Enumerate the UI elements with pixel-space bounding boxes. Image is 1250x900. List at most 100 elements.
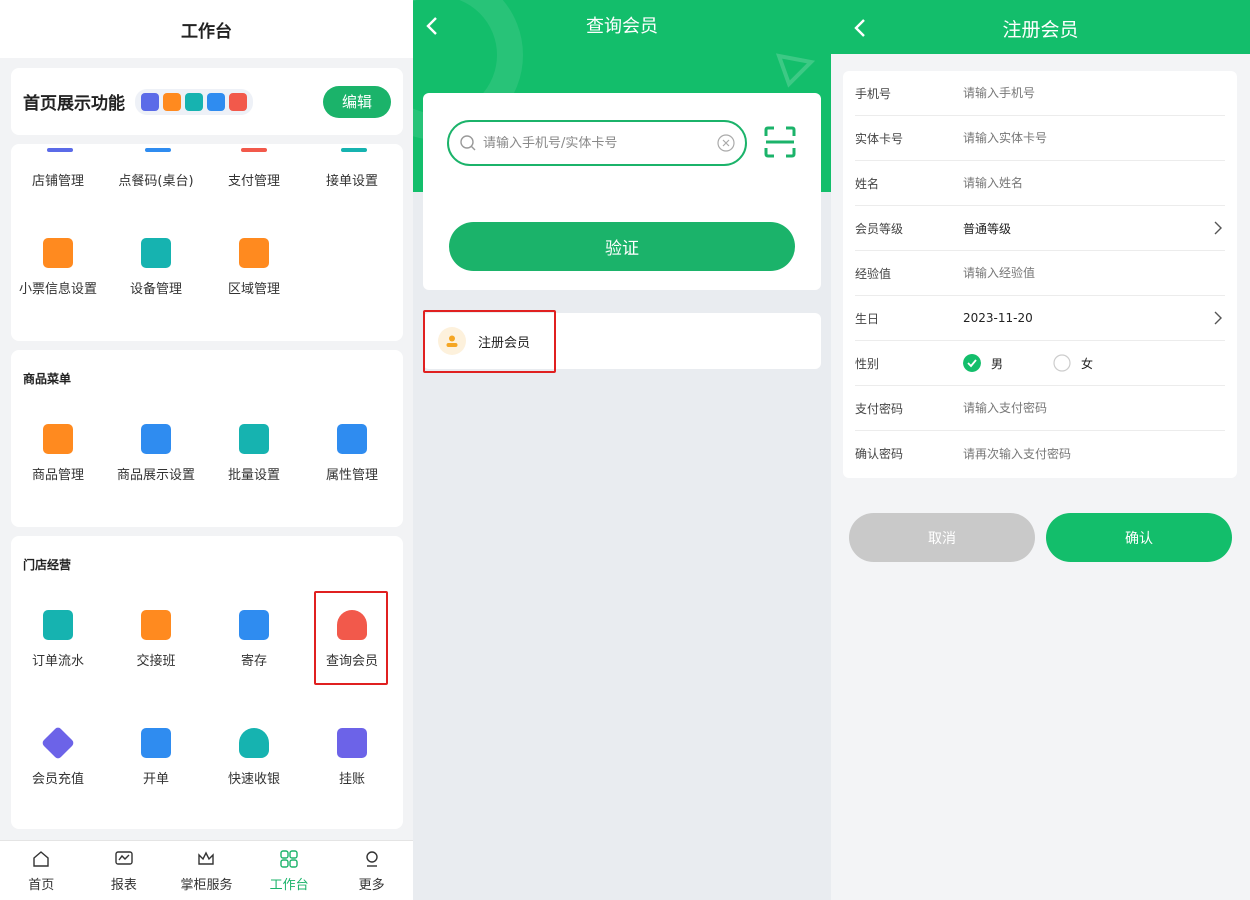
- query-member-highlight: [314, 591, 388, 685]
- grid-open-order[interactable]: 开单: [107, 728, 205, 787]
- grid-on-account[interactable]: 挂账: [303, 728, 401, 787]
- field-label: 生日: [855, 311, 880, 326]
- gear-icon: [337, 424, 367, 454]
- search-input[interactable]: [483, 135, 703, 151]
- gender-female-radio[interactable]: 女: [1053, 354, 1093, 372]
- receipt-icon: [43, 238, 73, 268]
- confirm-password-input[interactable]: [963, 446, 1183, 461]
- monitor-icon: [141, 238, 171, 268]
- grid-device-manage[interactable]: 设备管理: [107, 238, 205, 297]
- register-form: 手机号 实体卡号 姓名 会员等级 普通等级 经验值 生日 2023-11-20 …: [843, 71, 1237, 478]
- query-card: 验证: [423, 93, 821, 290]
- phone-input[interactable]: [963, 86, 1183, 100]
- card-icon: [141, 424, 171, 454]
- page-title: 工作台: [0, 0, 413, 58]
- chevron-right-icon: [1214, 221, 1222, 235]
- swap-icon: [141, 610, 171, 640]
- grid-order-settings[interactable]: 接单设置: [303, 170, 401, 189]
- tab-reports[interactable]: 报表: [83, 841, 166, 900]
- register-member-panel: 注册会员 手机号 实体卡号 姓名 会员等级 普通等级 经验值 生日 2023-1…: [831, 0, 1250, 900]
- level-value: 普通等级: [963, 221, 1012, 236]
- field-label: 姓名: [855, 176, 880, 191]
- check-circle-icon: [963, 354, 981, 372]
- grid-label: 开单: [142, 772, 169, 787]
- card-mini-icon: [229, 92, 247, 111]
- grid-label: 属性管理: [325, 468, 378, 483]
- tab-label: 掌柜服务: [180, 877, 233, 893]
- grid-order-code[interactable]: 点餐码(桌台): [107, 170, 205, 189]
- birthday-value: 2023-11-20: [963, 311, 1033, 325]
- tab-label: 报表: [110, 877, 137, 893]
- tab-home[interactable]: 首页: [0, 841, 83, 900]
- grid-member-recharge[interactable]: 会员充值: [9, 726, 107, 787]
- calendar-icon: [337, 728, 367, 758]
- chevron-right-icon: [1214, 311, 1222, 325]
- grid-receipt-settings[interactable]: 小票信息设置: [9, 238, 107, 297]
- showcase-title: 首页展示功能: [23, 94, 125, 114]
- doc-mini-icon: [185, 92, 203, 111]
- field-label: 性别: [855, 356, 880, 371]
- form-row-confirm-password: 确认密码: [855, 431, 1225, 476]
- gender-male-radio[interactable]: 男: [963, 354, 1003, 372]
- grid-label: 小票信息设置: [18, 282, 97, 297]
- section-title: 商品菜单: [23, 372, 72, 386]
- tab-shopkeeper-service[interactable]: 掌柜服务: [165, 841, 248, 900]
- form-row-pay-password: 支付密码: [855, 386, 1225, 431]
- qr-icon-fragment: [145, 148, 171, 152]
- qr-mini-icon: [207, 92, 225, 111]
- grid-label: 设备管理: [129, 282, 182, 297]
- grid-storage[interactable]: 寄存: [205, 610, 303, 669]
- grid-label: 商品展示设置: [116, 468, 195, 483]
- search-box: [447, 120, 747, 166]
- grid-payment-manage[interactable]: 支付管理: [205, 170, 303, 189]
- field-label: 会员等级: [855, 221, 904, 236]
- grid-label: 挂账: [338, 772, 365, 787]
- field-label: 确认密码: [855, 447, 904, 461]
- edit-button[interactable]: 编辑: [323, 85, 391, 118]
- diamond-icon: [41, 726, 75, 760]
- grid-label: 订单流水: [31, 654, 84, 669]
- grid-goods-manage[interactable]: 商品管理: [9, 424, 107, 483]
- batch-doc-icon: [239, 424, 269, 454]
- tab-more[interactable]: 更多: [330, 841, 413, 900]
- clear-icon[interactable]: [717, 134, 735, 152]
- grid-goods-display[interactable]: 商品展示设置: [107, 424, 205, 483]
- store-mini-icon: [141, 92, 159, 111]
- form-row-birthday[interactable]: 生日 2023-11-20: [855, 296, 1225, 341]
- form-row-level[interactable]: 会员等级 普通等级: [855, 206, 1225, 251]
- register-member-highlight: [423, 310, 556, 373]
- exp-input[interactable]: [963, 266, 1183, 280]
- tab-workbench[interactable]: 工作台: [248, 841, 331, 900]
- scan-icon[interactable]: [763, 125, 797, 159]
- search-icon: [460, 135, 476, 151]
- card-number-input[interactable]: [963, 131, 1183, 145]
- field-label: 实体卡号: [855, 131, 904, 146]
- decor-triangle: [775, 53, 815, 88]
- cancel-button[interactable]: 取消: [849, 513, 1035, 562]
- grid-label: 商品管理: [31, 468, 84, 483]
- grid-label: 区域管理: [227, 282, 280, 297]
- wallet-mini-icon: [163, 92, 181, 111]
- grid-shift-handover[interactable]: 交接班: [107, 610, 205, 669]
- grid-label: 批量设置: [227, 468, 280, 483]
- empty-circle-icon: [1053, 354, 1071, 372]
- name-input[interactable]: [963, 176, 1183, 190]
- grid-area-manage[interactable]: 区域管理: [205, 238, 303, 297]
- chart-icon: [115, 850, 133, 865]
- grid-label: 店铺管理: [31, 174, 84, 189]
- grid-attribute-manage[interactable]: 属性管理: [303, 424, 401, 483]
- grid-batch-settings[interactable]: 批量设置: [205, 424, 303, 483]
- confirm-button[interactable]: 确认: [1046, 513, 1232, 562]
- page-title: 注册会员: [1002, 19, 1079, 41]
- goods-menu-card: 商品菜单 商品管理 商品展示设置 批量设置 属性管理: [11, 350, 403, 527]
- section-title: 门店经营: [23, 558, 72, 572]
- grid-store-manage[interactable]: 店铺管理: [9, 170, 107, 189]
- grid-icon: [280, 849, 298, 868]
- grid-order-flow[interactable]: 订单流水: [9, 610, 107, 669]
- verify-button[interactable]: 验证: [449, 222, 795, 271]
- tab-label: 更多: [358, 877, 385, 893]
- pay-password-input[interactable]: [963, 401, 1183, 415]
- grid-quick-cashier[interactable]: 快速收银: [205, 728, 303, 787]
- bottom-tab-bar: 首页 报表 掌柜服务 工作台 更多: [0, 840, 413, 900]
- more-icon: [365, 850, 378, 867]
